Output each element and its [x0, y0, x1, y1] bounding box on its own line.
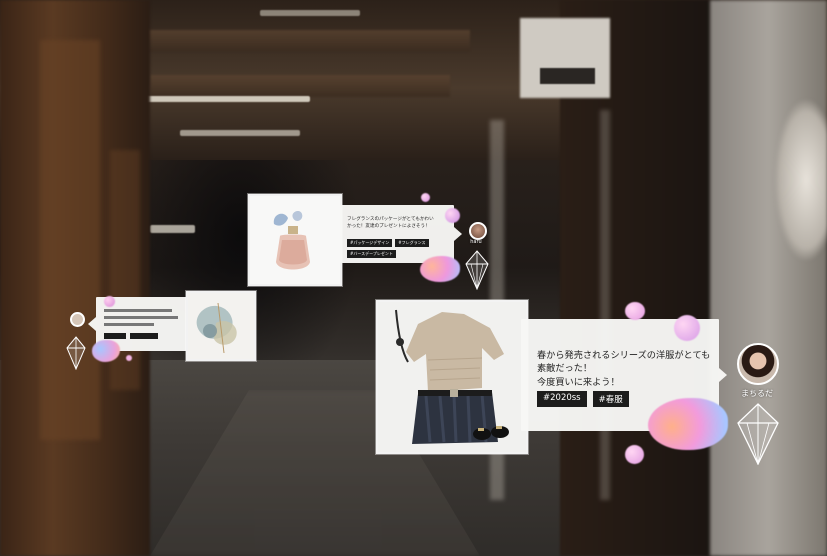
blob-decoration — [126, 355, 132, 361]
post-text: 春から発売されるシリーズの洋服がとても 素敵だった！ 今度買いに来よう！ — [537, 350, 711, 388]
blob-decoration — [104, 296, 115, 307]
ceiling-light — [150, 225, 195, 233]
post-tag[interactable]: #パッケージデザイン — [347, 239, 393, 247]
wall-panel — [40, 40, 100, 440]
post-tag[interactable] — [104, 333, 126, 339]
blob-decoration — [445, 208, 460, 223]
glass-strip — [600, 110, 610, 500]
post-image[interactable] — [376, 300, 528, 454]
diamond-icon — [465, 250, 489, 290]
tree-decoration — [775, 100, 827, 260]
user-name: まちるだ — [741, 389, 773, 398]
ceiling-light — [180, 130, 300, 136]
blob-decoration — [625, 445, 644, 464]
post-tag[interactable]: #2020ss — [537, 391, 587, 407]
post-tag[interactable]: #バースデープレゼント — [347, 250, 396, 258]
perfume-bottle-icon — [250, 196, 340, 284]
post-text: フレグランスのパッケージがとてもかわい かった！友達のプレゼントによさそう！ — [347, 217, 434, 229]
ceiling-beam — [150, 75, 450, 97]
signage-box — [520, 18, 610, 98]
ceiling-light — [130, 96, 310, 102]
tag-list: #2020ss #春服 — [537, 391, 629, 407]
blob-decoration — [648, 398, 728, 450]
right-window — [710, 0, 827, 556]
blob-decoration — [420, 256, 460, 282]
post-tag[interactable] — [130, 333, 158, 339]
knit-sweater-outfit-icon — [378, 302, 526, 452]
corridor-background — [0, 0, 827, 556]
abstract-art-icon — [188, 293, 254, 359]
ceiling-beam — [140, 30, 470, 52]
blob-decoration — [625, 302, 645, 320]
blob-decoration — [421, 193, 430, 202]
user-avatar[interactable] — [737, 343, 779, 385]
user-avatar[interactable] — [70, 312, 85, 327]
store-sign — [540, 68, 595, 84]
post-tag[interactable]: #フレグランス — [395, 239, 429, 247]
text-line — [104, 323, 154, 326]
diamond-icon — [737, 403, 779, 465]
text-line — [104, 309, 172, 312]
ceiling-light — [260, 10, 360, 16]
tag-list: #パッケージデザイン #フレグランス #バースデープレゼント — [347, 239, 451, 258]
post-image[interactable] — [248, 194, 342, 286]
diamond-icon — [66, 336, 86, 370]
post-bubble: フレグランスのパッケージがとてもかわい かった！友達のプレゼントによさそう！ #… — [340, 205, 462, 263]
post-tag[interactable]: #春服 — [592, 391, 629, 407]
text-line — [104, 316, 178, 319]
blob-decoration — [674, 315, 700, 341]
user-avatar[interactable] — [469, 222, 487, 240]
user-name: haru — [470, 239, 482, 245]
post-image[interactable] — [186, 291, 256, 361]
